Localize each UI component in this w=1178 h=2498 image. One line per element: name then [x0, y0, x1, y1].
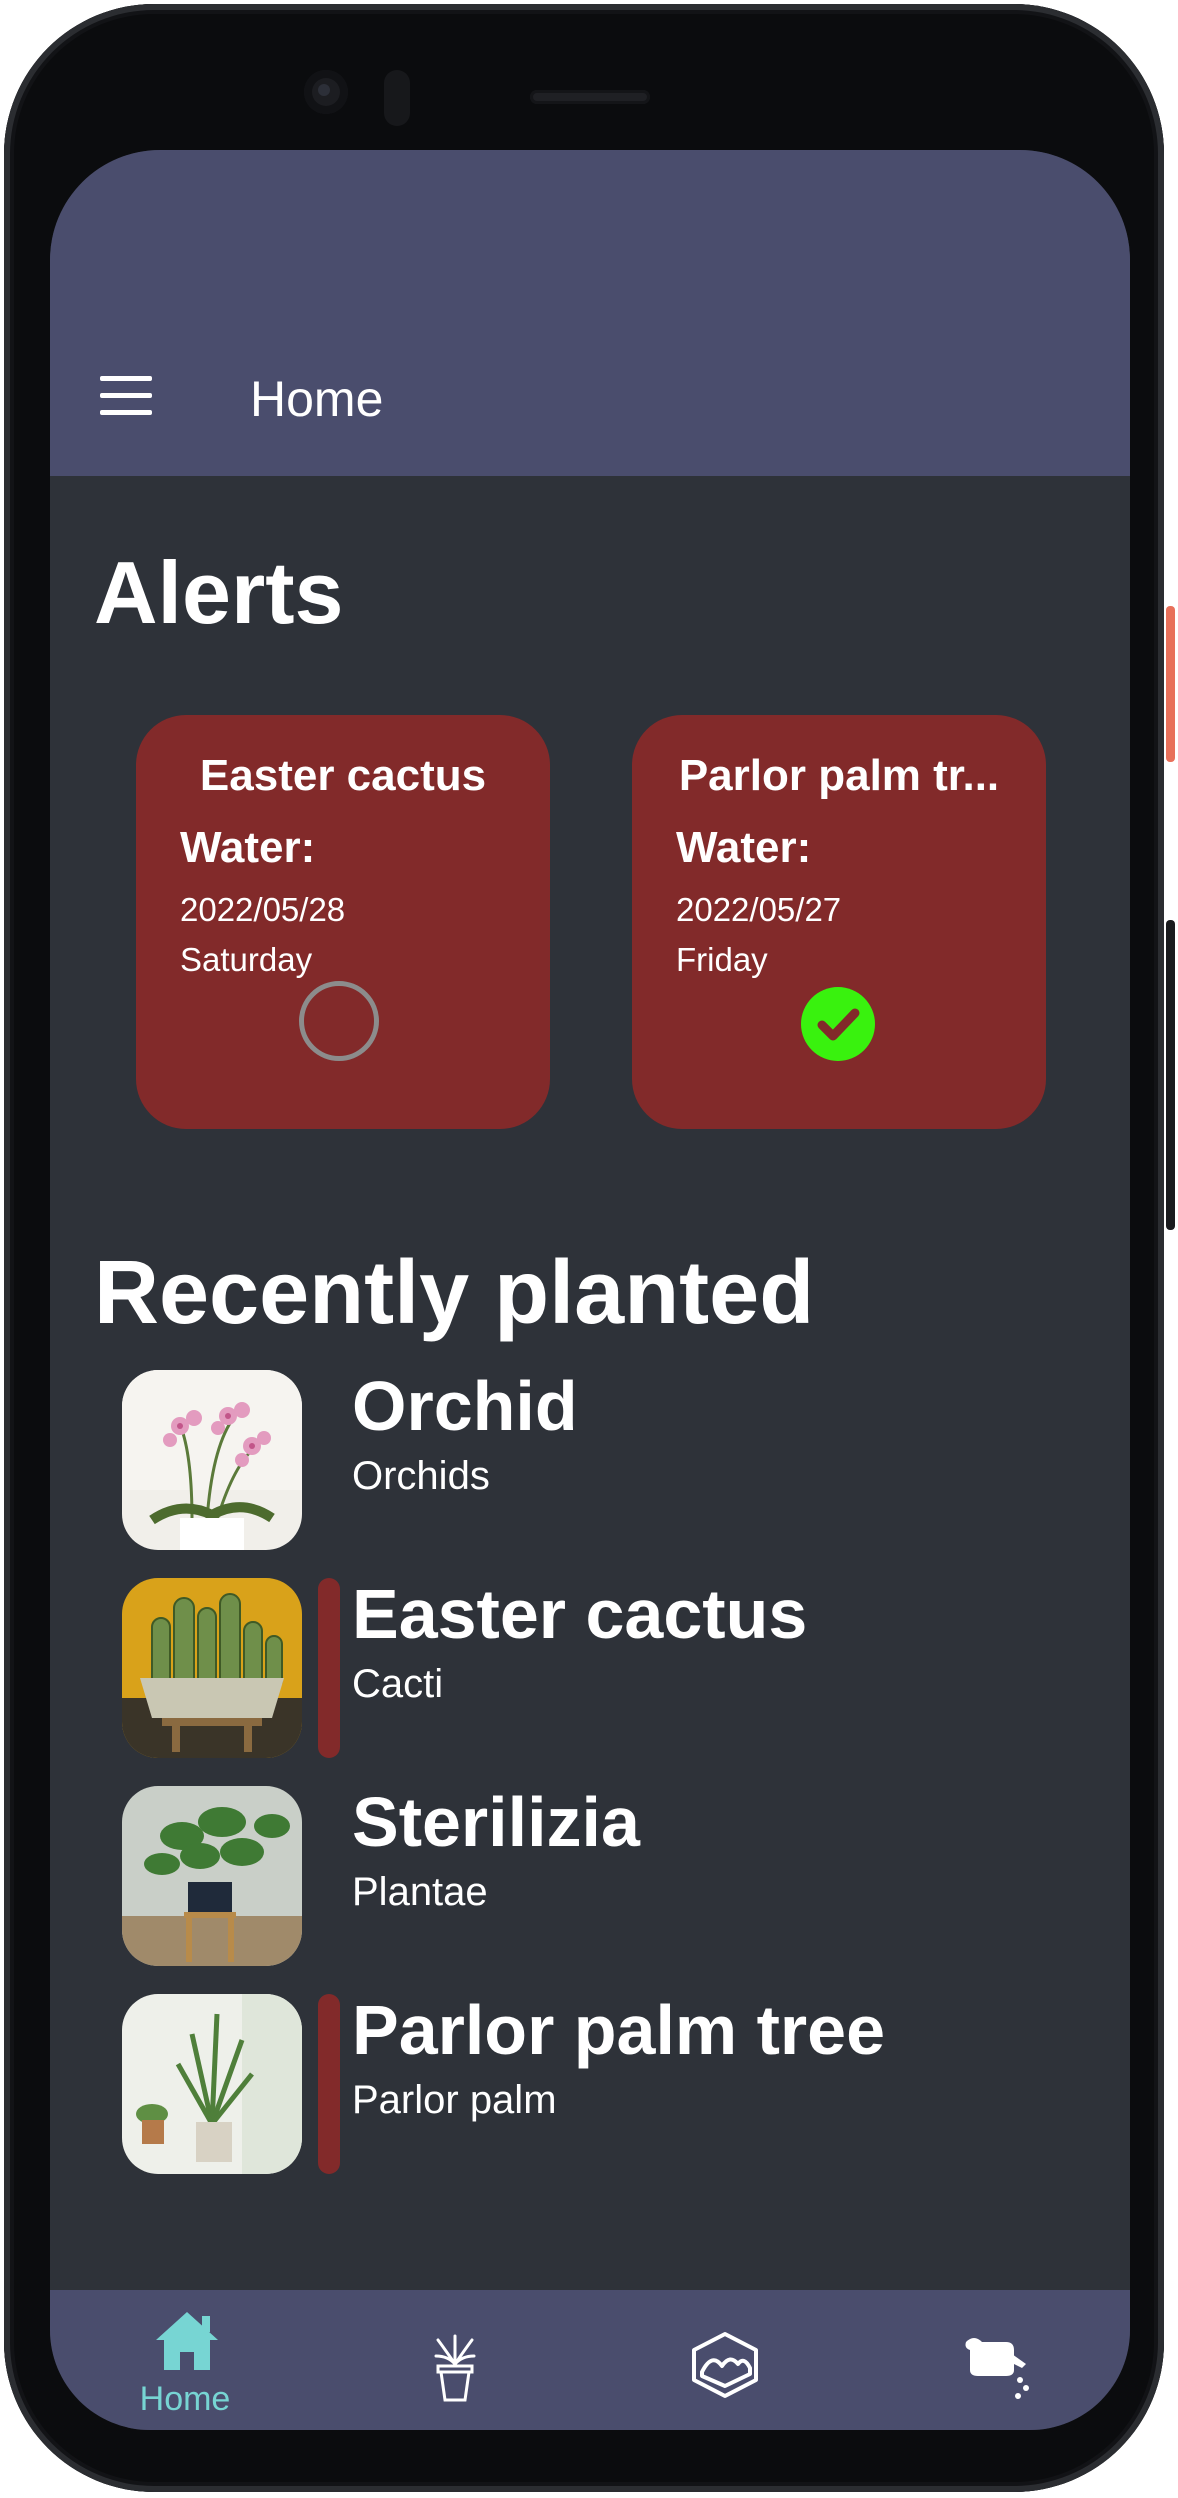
- sterilizia-photo: [122, 1786, 302, 1966]
- alert-date: 2022/05/28: [180, 891, 346, 928]
- bottom-navigation: Home: [50, 2290, 1130, 2430]
- page-title: Home: [250, 371, 384, 427]
- plant-species: Plantae: [352, 1870, 488, 1914]
- nav-watering[interactable]: [860, 2290, 1130, 2430]
- alerts-heading: Alerts: [94, 543, 344, 642]
- orchid-photo: [122, 1370, 302, 1550]
- garden-box-icon: [692, 2332, 758, 2398]
- alert-card-parlor-palm[interactable]: Parlor palm tr... Water: 2022/05/27 Frid…: [632, 715, 1046, 1129]
- unchecked-circle-icon[interactable]: [299, 981, 379, 1061]
- plant-name: Parlor palm tree: [352, 1991, 885, 2069]
- nav-plants[interactable]: [320, 2290, 590, 2430]
- nav-home[interactable]: Home: [50, 2290, 320, 2430]
- nav-garden[interactable]: [590, 2290, 860, 2430]
- list-item[interactable]: Sterilizia Plantae: [50, 1783, 1130, 1976]
- nav-home-label: Home: [139, 2380, 231, 2418]
- plant-name: Orchid: [352, 1370, 578, 1445]
- alert-plant-name: Easter cactus: [199, 751, 487, 800]
- list-item[interactable]: Easter cactus Cacti: [50, 1575, 1130, 1768]
- alert-day: Friday: [676, 941, 768, 978]
- plant-name: Easter cactus: [352, 1575, 808, 1653]
- power-button: [1166, 606, 1175, 762]
- alert-date: 2022/05/27: [676, 891, 842, 928]
- attention-indicator: [318, 1994, 340, 2174]
- alert-plant-name: Parlor palm tr...: [678, 751, 1000, 800]
- home-icon: [156, 2312, 218, 2370]
- plant-name: Sterilizia: [352, 1783, 640, 1861]
- plant-species: Cacti: [352, 1662, 444, 1706]
- list-item[interactable]: Orchid Orchids: [50, 1370, 1130, 1560]
- checked-circle-icon[interactable]: [801, 987, 875, 1061]
- list-item[interactable]: Parlor palm tree Parlor palm: [50, 1991, 1130, 2184]
- plant-species: Parlor palm: [352, 2078, 557, 2122]
- hamburger-menu-icon[interactable]: [100, 376, 152, 416]
- watering-can-icon: [965, 2338, 1029, 2399]
- plant-species: Orchids: [352, 1454, 490, 1498]
- parlor-palm-photo: [122, 1994, 302, 2174]
- alert-day: Saturday: [180, 941, 313, 978]
- front-camera: [304, 70, 348, 114]
- earpiece-speaker: [530, 90, 650, 104]
- app-bar: Home: [50, 150, 1130, 476]
- potted-plant-icon: [434, 2334, 476, 2402]
- recently-planted-heading: Recently planted: [94, 1243, 815, 1343]
- phone-frame: Home Alerts Easter cactus Water: 2022/05…: [4, 4, 1164, 2492]
- alert-card-easter-cactus[interactable]: Easter cactus Water: 2022/05/28 Saturday: [136, 715, 550, 1129]
- volume-button: [1166, 920, 1175, 1230]
- attention-indicator: [318, 1578, 340, 1758]
- easter-cactus-photo: [122, 1578, 302, 1758]
- alert-task-label: Water:: [180, 823, 316, 872]
- proximity-sensor: [384, 70, 410, 126]
- recently-planted-list[interactable]: Orchid Orchids Easter cactus Cacti Steri…: [50, 1370, 1130, 2290]
- alert-task-label: Water:: [676, 823, 812, 872]
- app-screen: Home Alerts Easter cactus Water: 2022/05…: [50, 150, 1130, 2430]
